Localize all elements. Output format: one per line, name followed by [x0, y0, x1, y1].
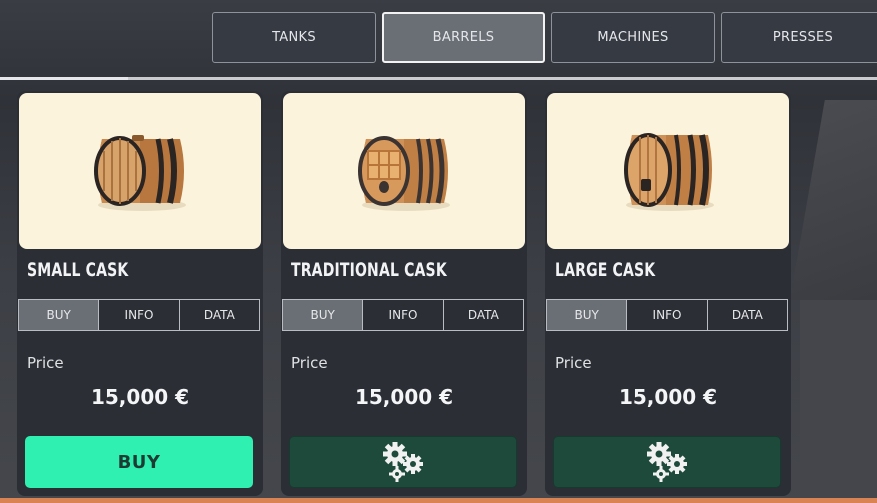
tab-machines[interactable]: MACHINES: [551, 12, 715, 63]
price-value: 15,000 €: [354, 385, 454, 409]
tab-divider: [128, 77, 877, 80]
subtab-data[interactable]: DATA: [708, 300, 787, 330]
product-card-small-cask: SMALL CASK BUY INFO DATA Price 15,000 € …: [17, 91, 263, 496]
card-title: SMALL CASK: [27, 259, 129, 281]
price-label: Price: [555, 354, 592, 372]
tab-tanks[interactable]: TANKS: [212, 12, 376, 63]
subtab-info[interactable]: INFO: [627, 300, 708, 330]
subtab-buy[interactable]: BUY: [547, 300, 628, 330]
product-card-traditional-cask: TRADITIONAL CASK BUY INFO DATA Price 15,…: [281, 91, 527, 496]
subtab-buy[interactable]: BUY: [19, 300, 100, 330]
gears-icon: [647, 442, 687, 482]
card-subtabs: BUY INFO DATA: [546, 299, 788, 331]
subtab-data[interactable]: DATA: [180, 300, 259, 330]
card-subtabs: BUY INFO DATA: [282, 299, 524, 331]
subtab-buy[interactable]: BUY: [283, 300, 364, 330]
buy-button[interactable]: BUY: [25, 436, 253, 488]
subtab-data[interactable]: DATA: [444, 300, 523, 330]
gears-icon: [383, 442, 423, 482]
subtab-info[interactable]: INFO: [99, 300, 180, 330]
price-label: Price: [291, 354, 328, 372]
price-value: 15,000 €: [90, 385, 190, 409]
product-card-large-cask: LARGE CASK BUY INFO DATA Price 15,000 €: [545, 91, 791, 496]
traditional-cask-barrel-icon: [358, 136, 450, 211]
owned-settings-button[interactable]: [289, 436, 517, 488]
background-shape: [790, 100, 877, 300]
product-image: [283, 93, 525, 249]
owned-settings-button[interactable]: [553, 436, 781, 488]
card-subtabs: BUY INFO DATA: [18, 299, 260, 331]
card-title: TRADITIONAL CASK: [291, 259, 447, 281]
background-shape: [800, 300, 877, 500]
bottom-accent-strip: [0, 498, 877, 503]
small-cask-barrel-icon: [94, 135, 186, 211]
tab-presses[interactable]: PRESSES: [721, 12, 877, 63]
subtab-info[interactable]: INFO: [363, 300, 444, 330]
product-image: [19, 93, 261, 249]
tab-barrels[interactable]: BARRELS: [382, 12, 545, 63]
large-cask-barrel-icon: [624, 133, 714, 211]
product-image: [547, 93, 789, 249]
price-label: Price: [27, 354, 64, 372]
card-title: LARGE CASK: [555, 259, 656, 281]
price-value: 15,000 €: [618, 385, 718, 409]
